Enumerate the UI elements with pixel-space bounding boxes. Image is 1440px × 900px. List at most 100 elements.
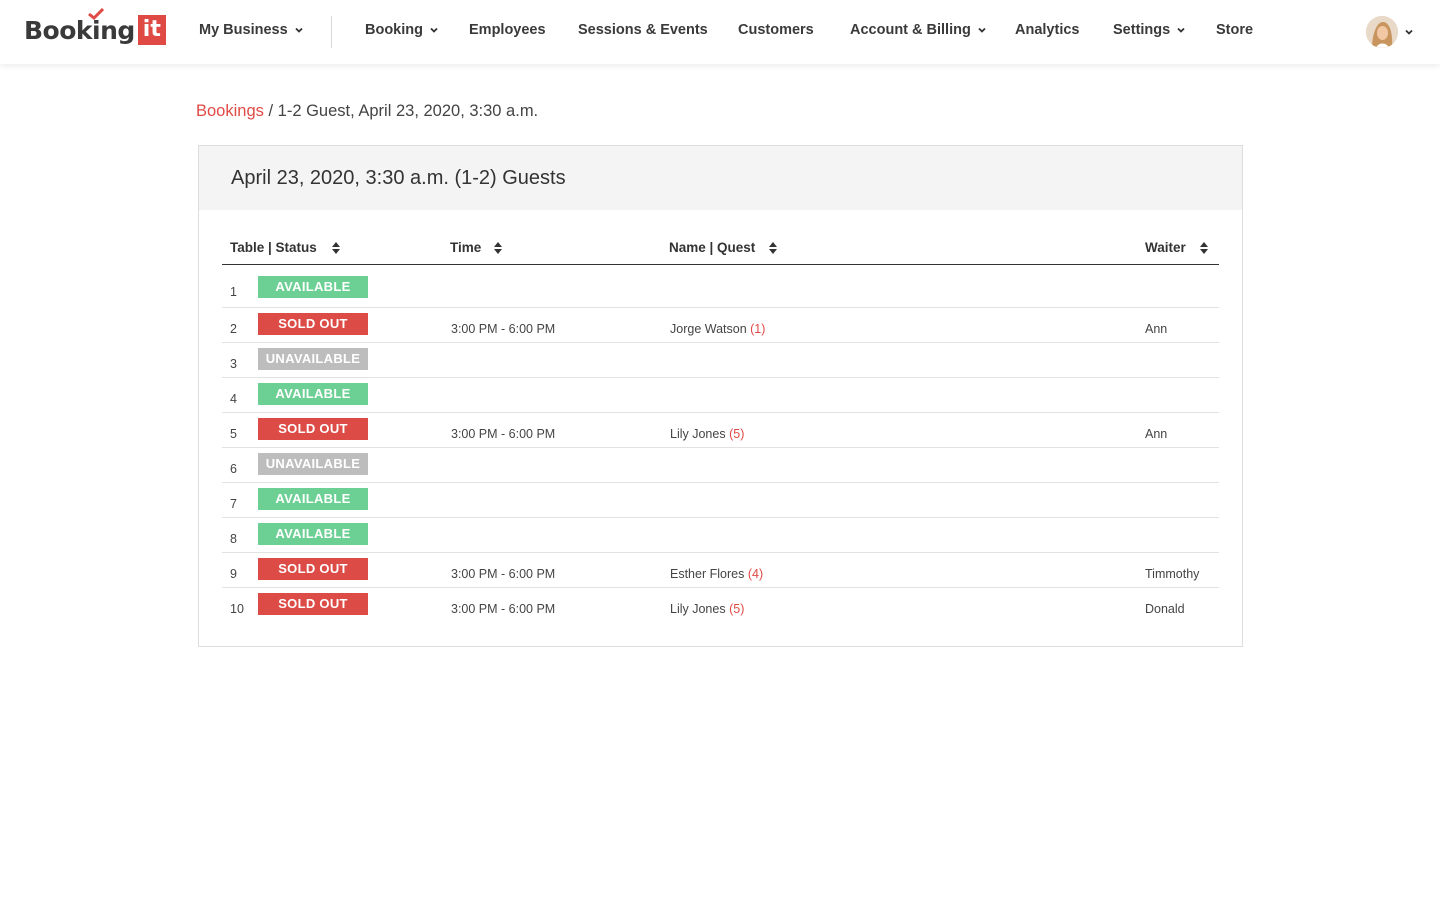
- column-header-label: Name | Quest: [669, 240, 756, 255]
- nav-label: Store: [1216, 22, 1254, 38]
- table-number: 10: [230, 602, 244, 616]
- card-title: April 23, 2020, 3:30 a.m. (1-2) Guests: [231, 166, 566, 189]
- status-badge: AVAILABLE: [258, 383, 368, 405]
- guest-name[interactable]: Lily Jones: [670, 427, 726, 441]
- nav-label: Booking: [365, 22, 423, 38]
- guest-name-cell: Esther Flores (4): [670, 567, 763, 581]
- column-header-table-status[interactable]: Table | Status: [230, 240, 340, 255]
- nav-label: Sessions & Events: [578, 22, 708, 38]
- table-number: 5: [230, 427, 237, 441]
- table-row[interactable]: 6 UNAVAILABLE: [222, 448, 1219, 483]
- chevron-down-icon: [1177, 27, 1185, 33]
- table-row[interactable]: 7 AVAILABLE: [222, 483, 1219, 518]
- logo-check-icon: [88, 8, 104, 20]
- user-menu[interactable]: [1366, 16, 1414, 48]
- sort-icon: [331, 241, 340, 254]
- time-slot: 3:00 PM - 6:00 PM: [451, 427, 556, 441]
- nav-store[interactable]: Store: [1216, 22, 1253, 38]
- column-header-name-quest[interactable]: Name | Quest: [669, 240, 778, 255]
- table-number: 7: [230, 497, 237, 511]
- nav-label: Customers: [738, 22, 814, 38]
- table-number: 2: [230, 322, 237, 336]
- status-badge: SOLD OUT: [258, 418, 368, 440]
- booking-it-logo[interactable]: Booking it: [24, 8, 166, 46]
- status-badge: AVAILABLE: [258, 276, 368, 298]
- time-slot: 3:00 PM - 6:00 PM: [451, 322, 556, 336]
- time-slot: 3:00 PM - 6:00 PM: [451, 567, 556, 581]
- column-header-label: Waiter: [1145, 240, 1186, 255]
- table-row[interactable]: 5 SOLD OUT 3:00 PM - 6:00 PM Lily Jones (5)…: [222, 413, 1219, 448]
- logo-badge: it: [137, 15, 166, 45]
- status-badge: SOLD OUT: [258, 313, 368, 335]
- nav-settings[interactable]: Settings: [1113, 22, 1186, 38]
- nav-account-billing[interactable]: Account & Billing: [850, 22, 987, 38]
- nav-label: Employees: [469, 22, 546, 38]
- status-badge: SOLD OUT: [258, 593, 368, 615]
- guest-count: (5): [729, 427, 745, 441]
- table-number: 1: [230, 285, 237, 299]
- waiter-name: Timmothy: [1145, 567, 1200, 581]
- table-number: 4: [230, 392, 237, 406]
- nav-analytics[interactable]: Analytics: [1015, 22, 1079, 38]
- status-badge: AVAILABLE: [258, 488, 368, 510]
- nav-my-business[interactable]: My Business: [199, 22, 304, 38]
- avatar: [1366, 16, 1398, 48]
- time-slot: 3:00 PM - 6:00 PM: [451, 602, 556, 616]
- sort-icon: [769, 241, 778, 254]
- column-header-label: Time: [450, 240, 482, 255]
- nav-label: My Business: [199, 22, 288, 38]
- nav-booking[interactable]: Booking: [365, 22, 439, 38]
- guest-count: (1): [750, 322, 766, 336]
- logo-text: Booking: [24, 15, 135, 45]
- guest-name[interactable]: Esther Flores: [670, 567, 744, 581]
- booking-card: April 23, 2020, 3:30 a.m. (1-2) Guests T…: [198, 145, 1243, 647]
- tables-table: Table | Status Time Name | Quest Waiter …: [222, 236, 1219, 623]
- nav-label: Settings: [1113, 22, 1171, 38]
- breadcrumb-bookings-link[interactable]: Bookings: [196, 102, 264, 120]
- guest-name[interactable]: Jorge Watson: [670, 322, 747, 336]
- chevron-down-icon: [295, 27, 303, 33]
- table-row[interactable]: 9 SOLD OUT 3:00 PM - 6:00 PM Esther Flores …: [222, 553, 1219, 588]
- nav-label: Account & Billing: [850, 22, 971, 38]
- top-navbar: Booking it My Business Booking Employees…: [0, 0, 1440, 64]
- status-badge: SOLD OUT: [258, 558, 368, 580]
- guest-count: (5): [729, 602, 745, 616]
- column-header-label: Table | Status: [230, 240, 317, 255]
- nav-sessions-events[interactable]: Sessions & Events: [578, 22, 708, 38]
- table-number: 9: [230, 567, 237, 581]
- status-badge: UNAVAILABLE: [258, 348, 368, 370]
- column-header-waiter[interactable]: Waiter: [1145, 240, 1208, 255]
- guest-name-cell: Lily Jones (5): [670, 602, 744, 616]
- waiter-name: Ann: [1145, 427, 1168, 441]
- waiter-name: Ann: [1145, 322, 1168, 336]
- table-row[interactable]: 1 AVAILABLE: [222, 265, 1219, 308]
- status-badge: AVAILABLE: [258, 523, 368, 545]
- sort-icon: [1199, 241, 1208, 254]
- breadcrumb-separator: /: [263, 102, 278, 120]
- column-header-time[interactable]: Time: [450, 240, 503, 255]
- chevron-down-icon: [1405, 29, 1413, 35]
- nav-label: Analytics: [1015, 22, 1080, 38]
- nav-customers[interactable]: Customers: [738, 22, 814, 38]
- table-row[interactable]: 3 UNAVAILABLE: [222, 343, 1219, 378]
- guest-count: (4): [747, 567, 764, 581]
- table-row[interactable]: 2 SOLD OUT 3:00 PM - 6:00 PM Jorge Watson (…: [222, 308, 1219, 343]
- guest-name-cell: Jorge Watson (1): [670, 322, 765, 336]
- table-row[interactable]: 10 SOLD OUT 3:00 PM - 6:00 PM Lily Jones (5…: [222, 588, 1219, 623]
- chevron-down-icon: [430, 27, 438, 33]
- nav-employees[interactable]: Employees: [469, 22, 546, 38]
- breadcrumb: Bookings / 1-2 Guest, April 23, 2020, 3:…: [196, 102, 538, 121]
- table-number: 8: [230, 532, 237, 546]
- guest-name[interactable]: Lily Jones: [670, 602, 726, 616]
- waiter-name: Donald: [1145, 602, 1185, 616]
- table-number: 6: [230, 462, 237, 476]
- guest-name-cell: Lily Jones (5): [670, 427, 744, 441]
- table-body: 1 AVAILABLE 2 SOLD OUT 3:00 PM - 6:00 PM Jorg…: [222, 265, 1219, 623]
- sort-icon: [494, 241, 503, 254]
- card-header: April 23, 2020, 3:30 a.m. (1-2) Guests: [199, 146, 1242, 210]
- table-number: 3: [230, 357, 237, 371]
- user-photo-icon: [1366, 16, 1398, 48]
- table-row[interactable]: 8 AVAILABLE: [222, 518, 1219, 553]
- breadcrumb-current: 1-2 Guest, April 23, 2020, 3:30 a.m.: [277, 102, 539, 120]
- table-row[interactable]: 4 AVAILABLE: [222, 378, 1219, 413]
